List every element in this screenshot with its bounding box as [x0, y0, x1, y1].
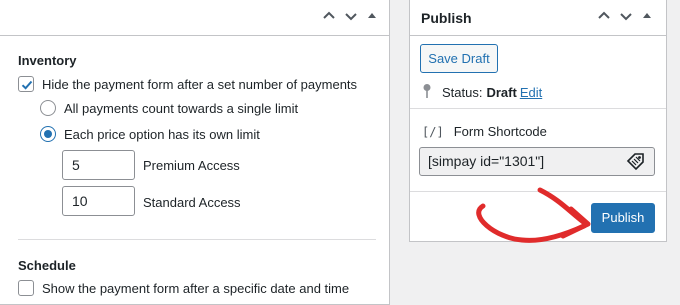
shortcode-label: Form Shortcode	[453, 124, 547, 139]
standard-limit-label: Standard Access	[143, 195, 241, 210]
section-divider	[18, 239, 376, 240]
status-row: Status: Draft Edit	[422, 83, 542, 102]
status-prefix: Status:	[442, 85, 483, 100]
shortcode-value: [simpay id="1301"]	[428, 153, 545, 169]
option-single-row[interactable]: All payments count towards a single limi…	[40, 100, 298, 116]
publish-actions-divider	[410, 191, 666, 192]
tag-icon[interactable]	[626, 152, 646, 181]
pin-icon	[422, 83, 432, 102]
metabox-controls	[322, 9, 378, 23]
inventory-title: Inventory	[18, 53, 77, 68]
shortcode-icon: [/]	[422, 124, 444, 139]
metabox-header	[0, 0, 389, 36]
option-each-label: Each price option has its own limit	[64, 126, 260, 142]
hide-form-label: Hide the payment form after a set number…	[42, 76, 358, 92]
publish-divider	[410, 108, 666, 109]
premium-limit-label: Premium Access	[143, 158, 240, 173]
status-value: Draft	[486, 85, 517, 100]
hide-form-row[interactable]: Hide the payment form after a set number…	[18, 76, 357, 92]
standard-limit-input[interactable]: 10	[62, 186, 135, 216]
save-draft-button[interactable]: Save Draft	[420, 44, 498, 73]
triangle-up-icon[interactable]	[366, 9, 378, 23]
publish-button[interactable]: Publish	[591, 203, 655, 233]
show-form-row[interactable]: Show the payment form after a specific d…	[18, 280, 349, 296]
triangle-up-icon[interactable]	[641, 9, 653, 23]
option-each-row[interactable]: Each price option has its own limit	[40, 126, 260, 142]
chevron-up-icon[interactable]	[322, 9, 336, 23]
edit-status-link[interactable]: Edit	[520, 85, 542, 100]
shortcode-field[interactable]: [simpay id="1301"]	[419, 147, 655, 176]
publish-header: Publish	[410, 0, 666, 36]
schedule-title: Schedule	[18, 258, 76, 273]
publish-metabox: Publish Save Draft Status: Draft Edit [/…	[409, 0, 667, 242]
show-form-checkbox[interactable]	[18, 280, 34, 296]
option-single-radio[interactable]	[40, 100, 56, 116]
chevron-up-icon[interactable]	[597, 9, 611, 23]
hide-form-checkbox[interactable]	[18, 76, 34, 92]
publish-title: Publish	[421, 10, 472, 26]
premium-limit-input[interactable]: 5	[62, 150, 135, 180]
shortcode-label-row: [/] Form Shortcode	[422, 124, 547, 139]
chevron-down-icon[interactable]	[344, 9, 358, 23]
chevron-down-icon[interactable]	[619, 9, 633, 23]
publish-controls	[597, 9, 653, 23]
show-form-label: Show the payment form after a specific d…	[42, 280, 350, 296]
option-each-radio[interactable]	[40, 126, 56, 142]
option-single-label: All payments count towards a single limi…	[64, 100, 299, 116]
inventory-metabox: Inventory Hide the payment form after a …	[0, 0, 390, 305]
